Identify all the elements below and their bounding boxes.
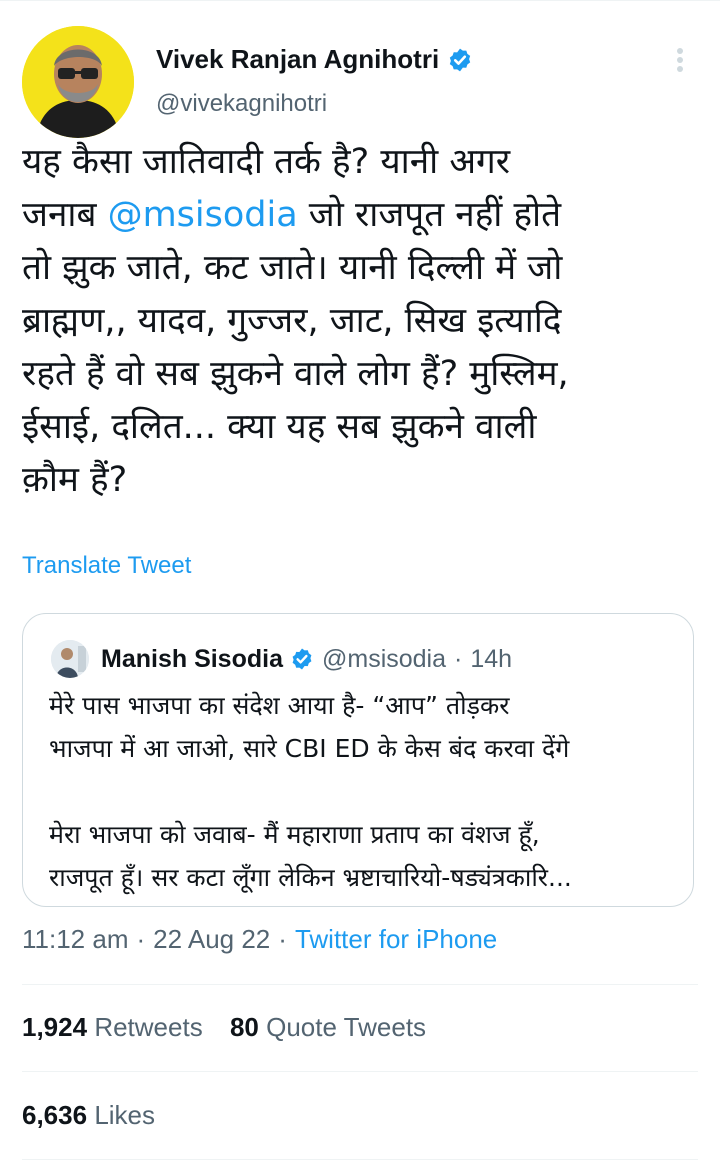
top-divider <box>0 0 720 1</box>
verified-badge-icon <box>449 48 471 71</box>
tweet-time[interactable]: 11:12 am <box>22 924 128 954</box>
quoted-tweet-header: Manish Sisodia @msisodia · 14h <box>51 640 512 678</box>
divider <box>22 1071 698 1072</box>
author-display-name[interactable]: Vivek Ranjan Agnihotri <box>156 44 439 75</box>
retweets-stat[interactable]: 1,924 Retweets <box>22 1012 203 1042</box>
author-handle[interactable]: @vivekagnihotri <box>156 90 327 118</box>
likes-row: 6,636 Likes <box>22 1100 155 1131</box>
quote-tweets-count: 80 <box>229 1012 259 1042</box>
author-name-row: Vivek Ranjan Agnihotri <box>156 44 473 75</box>
author-avatar[interactable] <box>22 26 134 138</box>
separator-dot: · <box>454 644 463 673</box>
likes-label: Likes <box>94 1100 156 1130</box>
quoted-author-handle: @msisodia <box>321 644 447 673</box>
retweets-label: Retweets <box>94 1012 203 1042</box>
quoted-tweet-age: 14h <box>470 644 513 673</box>
separator-dot: · <box>278 924 287 954</box>
likes-stat[interactable]: 6,636 Likes <box>22 1100 155 1130</box>
quoted-author-name: Manish Sisodia <box>101 644 283 673</box>
quote-tweets-label: Quote Tweets <box>266 1012 427 1042</box>
verified-badge-icon <box>292 648 312 670</box>
engagement-row: 1,924 Retweets 80 Quote Tweets <box>22 1012 426 1043</box>
retweets-count: 1,924 <box>22 1012 88 1042</box>
quoted-tweet-text: मेरे पास भाजपा का संदेश आया है- “आप” तोड… <box>49 691 572 892</box>
quote-tweets-stat[interactable]: 80 Quote Tweets <box>230 1012 426 1042</box>
quoted-author-avatar <box>51 640 89 678</box>
mention-link[interactable]: @msisodia <box>108 195 298 235</box>
quoted-tweet-card[interactable]: Manish Sisodia @msisodia · 14h मेरे पास … <box>22 613 694 907</box>
tweet-source-link[interactable]: Twitter for iPhone <box>295 924 497 954</box>
separator-dot: · <box>136 924 146 954</box>
tweet-date[interactable]: 22 Aug 22 <box>153 924 270 954</box>
tweet-meta: 11:12 am · 22 Aug 22 · Twitter for iPhone <box>22 924 497 955</box>
divider <box>22 1159 698 1160</box>
translate-tweet-link[interactable]: Translate Tweet <box>22 552 191 580</box>
quoted-author-photo <box>51 640 89 678</box>
divider <box>22 984 698 985</box>
tweet-text-part: जो राजपूत नहीं होते तो झुक जाते, कट जाते… <box>22 195 569 500</box>
author-photo <box>22 26 134 138</box>
likes-count: 6,636 <box>22 1100 88 1130</box>
more-vertical-icon[interactable] <box>662 42 698 78</box>
tweet-text: यह कैसा जातिवादी तर्क है? यानी अगर जनाब … <box>22 136 698 507</box>
